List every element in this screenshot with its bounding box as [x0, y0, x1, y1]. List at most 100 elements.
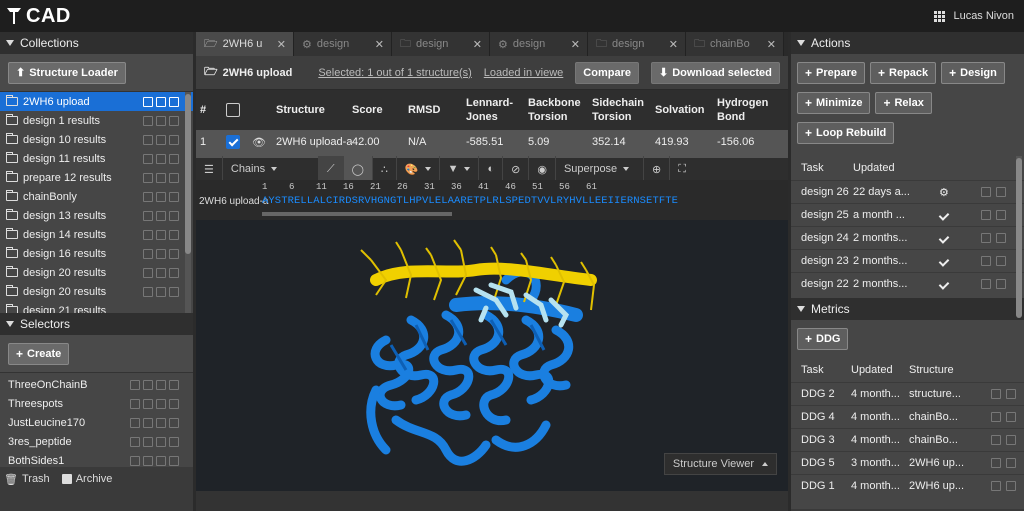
tab-design[interactable]: ⚙ design ✕: [294, 32, 392, 56]
trash-icon[interactable]: [169, 172, 179, 183]
table-row[interactable]: 1 👁 2WH6 upload-a 42.00 N/A -585.51 5.09…: [196, 130, 788, 154]
edit-icon[interactable]: [143, 248, 153, 259]
trash-icon[interactable]: [169, 96, 179, 107]
metric-row[interactable]: DDG 53 month... 2WH6 up...: [791, 451, 1024, 474]
filter-dropdown[interactable]: ▼: [440, 156, 480, 182]
edit-icon[interactable]: [143, 172, 153, 183]
eye-icon[interactable]: 👁: [252, 136, 276, 149]
selectors-list[interactable]: ThreeOnChainB Threespots JustLeucine170 …: [0, 373, 193, 467]
trash-icon[interactable]: [1006, 458, 1016, 468]
archive-icon[interactable]: [156, 286, 166, 297]
archive-icon[interactable]: [156, 436, 166, 447]
tab-design[interactable]: 🗀 design ✕: [392, 32, 490, 56]
archive-icon[interactable]: [991, 412, 1001, 422]
loop-rebuild-button[interactable]: + Loop Rebuild: [797, 122, 895, 144]
download-selected-button[interactable]: ⬇ Download selected: [650, 61, 780, 84]
selector-item[interactable]: ThreeOnChainB: [0, 375, 193, 394]
sequence-scrollbar[interactable]: [262, 212, 452, 216]
collection-item[interactable]: design 20 results: [0, 282, 193, 301]
archive-icon[interactable]: [156, 210, 166, 221]
app-logo[interactable]: CAD: [0, 5, 71, 28]
ddg-button[interactable]: + DDG: [797, 328, 849, 350]
archive-icon[interactable]: [981, 256, 991, 266]
selector-item[interactable]: JustLeucine170: [0, 413, 193, 432]
archive-icon[interactable]: [981, 233, 991, 243]
close-tab-icon[interactable]: ✕: [669, 38, 678, 51]
close-tab-icon[interactable]: ✕: [375, 38, 384, 51]
edit-icon[interactable]: [143, 455, 153, 466]
trash-icon[interactable]: [169, 398, 179, 409]
sequence-viewer[interactable]: 1 6 11 16 21 26 31 36 41 46 51 56 61 2WH…: [196, 180, 788, 220]
trash-icon[interactable]: [169, 153, 179, 164]
edit-icon[interactable]: [143, 229, 153, 240]
row-checkbox[interactable]: [226, 135, 240, 149]
repack-button[interactable]: + Repack: [870, 62, 937, 84]
archive-icon[interactable]: [156, 398, 166, 409]
collection-item[interactable]: design 13 results: [0, 206, 193, 225]
archive-icon[interactable]: [156, 248, 166, 259]
center-target-icon[interactable]: ⊕: [644, 156, 671, 182]
fullscreen-icon[interactable]: ⛶: [670, 156, 694, 182]
archive-icon[interactable]: [156, 455, 166, 466]
metric-row[interactable]: DDG 24 month... structure...: [791, 382, 1024, 405]
metric-row[interactable]: DDG 14 month... 2WH6 up...: [791, 474, 1024, 497]
trash-icon[interactable]: [996, 256, 1006, 266]
collections-header[interactable]: Collections: [0, 32, 193, 54]
archive-icon[interactable]: [156, 134, 166, 145]
archive-icon[interactable]: [156, 229, 166, 240]
task-row[interactable]: design 25 a month ...: [791, 203, 1024, 226]
close-tab-icon[interactable]: ✕: [277, 38, 286, 51]
collection-item[interactable]: 2WH6 upload: [0, 92, 193, 111]
apps-grid-icon[interactable]: [934, 10, 946, 22]
trash-icon[interactable]: [996, 233, 1006, 243]
trash-icon[interactable]: [169, 417, 179, 428]
trash-icon[interactable]: [1006, 389, 1016, 399]
hide-icon[interactable]: ⊘: [503, 156, 530, 182]
archive-icon[interactable]: [156, 417, 166, 428]
edit-icon[interactable]: [130, 436, 140, 447]
collection-item[interactable]: chainBonly: [0, 187, 193, 206]
sequence-toggle-icon[interactable]: ☰: [196, 156, 223, 182]
selector-item[interactable]: Threespots: [0, 394, 193, 413]
pick-mode-icon[interactable]: ⟋: [318, 156, 344, 182]
selectors-header[interactable]: Selectors: [0, 313, 193, 335]
trash-icon[interactable]: [169, 267, 179, 278]
archive-icon[interactable]: [156, 96, 166, 107]
trash-icon[interactable]: [169, 286, 179, 297]
edit-icon[interactable]: [143, 267, 153, 278]
archive-icon[interactable]: [156, 267, 166, 278]
trash-icon[interactable]: [169, 229, 179, 240]
archive-icon[interactable]: [991, 481, 1001, 491]
col-backbone-torsion[interactable]: Backbone Torsion: [528, 96, 592, 124]
actions-header[interactable]: Actions: [791, 32, 1024, 54]
trash-icon[interactable]: [169, 115, 179, 126]
prepare-button[interactable]: + Prepare: [797, 62, 865, 84]
edit-icon[interactable]: [130, 398, 140, 409]
selector-item[interactable]: 3res_peptide: [0, 432, 193, 451]
close-tab-icon[interactable]: ✕: [473, 38, 482, 51]
selected-count-link[interactable]: Selected: 1 out of 1 structure(s): [318, 67, 471, 79]
tab-design[interactable]: ⚙ design ✕: [490, 32, 588, 56]
trash-icon[interactable]: [1006, 435, 1016, 445]
collection-item[interactable]: design 10 results: [0, 130, 193, 149]
close-tab-icon[interactable]: ✕: [571, 38, 580, 51]
task-row[interactable]: design 23 2 months...: [791, 249, 1024, 272]
task-row[interactable]: design 22 2 months...: [791, 272, 1024, 295]
trash-icon[interactable]: [169, 436, 179, 447]
edit-icon[interactable]: [143, 417, 153, 428]
archive-icon[interactable]: [981, 279, 991, 289]
trash-icon[interactable]: [169, 134, 179, 145]
archive-link[interactable]: Archive: [61, 473, 112, 485]
collection-item[interactable]: design 11 results: [0, 149, 193, 168]
edit-icon[interactable]: [143, 210, 153, 221]
col-rmsd[interactable]: RMSD: [408, 103, 466, 117]
trash-link[interactable]: 🗑 Trash: [4, 473, 50, 486]
archive-icon[interactable]: [156, 172, 166, 183]
archive-icon[interactable]: [156, 115, 166, 126]
trash-icon[interactable]: [169, 248, 179, 259]
tab-2wh6-upload[interactable]: 🗁 2WH6 u ✕: [196, 32, 294, 56]
collections-list[interactable]: 2WH6 upload design 1 results design 10 r…: [0, 92, 193, 313]
structure-viewer-mode-button[interactable]: Structure Viewer: [663, 453, 777, 475]
edit-icon[interactable]: [143, 96, 153, 107]
metric-row[interactable]: DDG 44 month... chainBo...: [791, 405, 1024, 428]
